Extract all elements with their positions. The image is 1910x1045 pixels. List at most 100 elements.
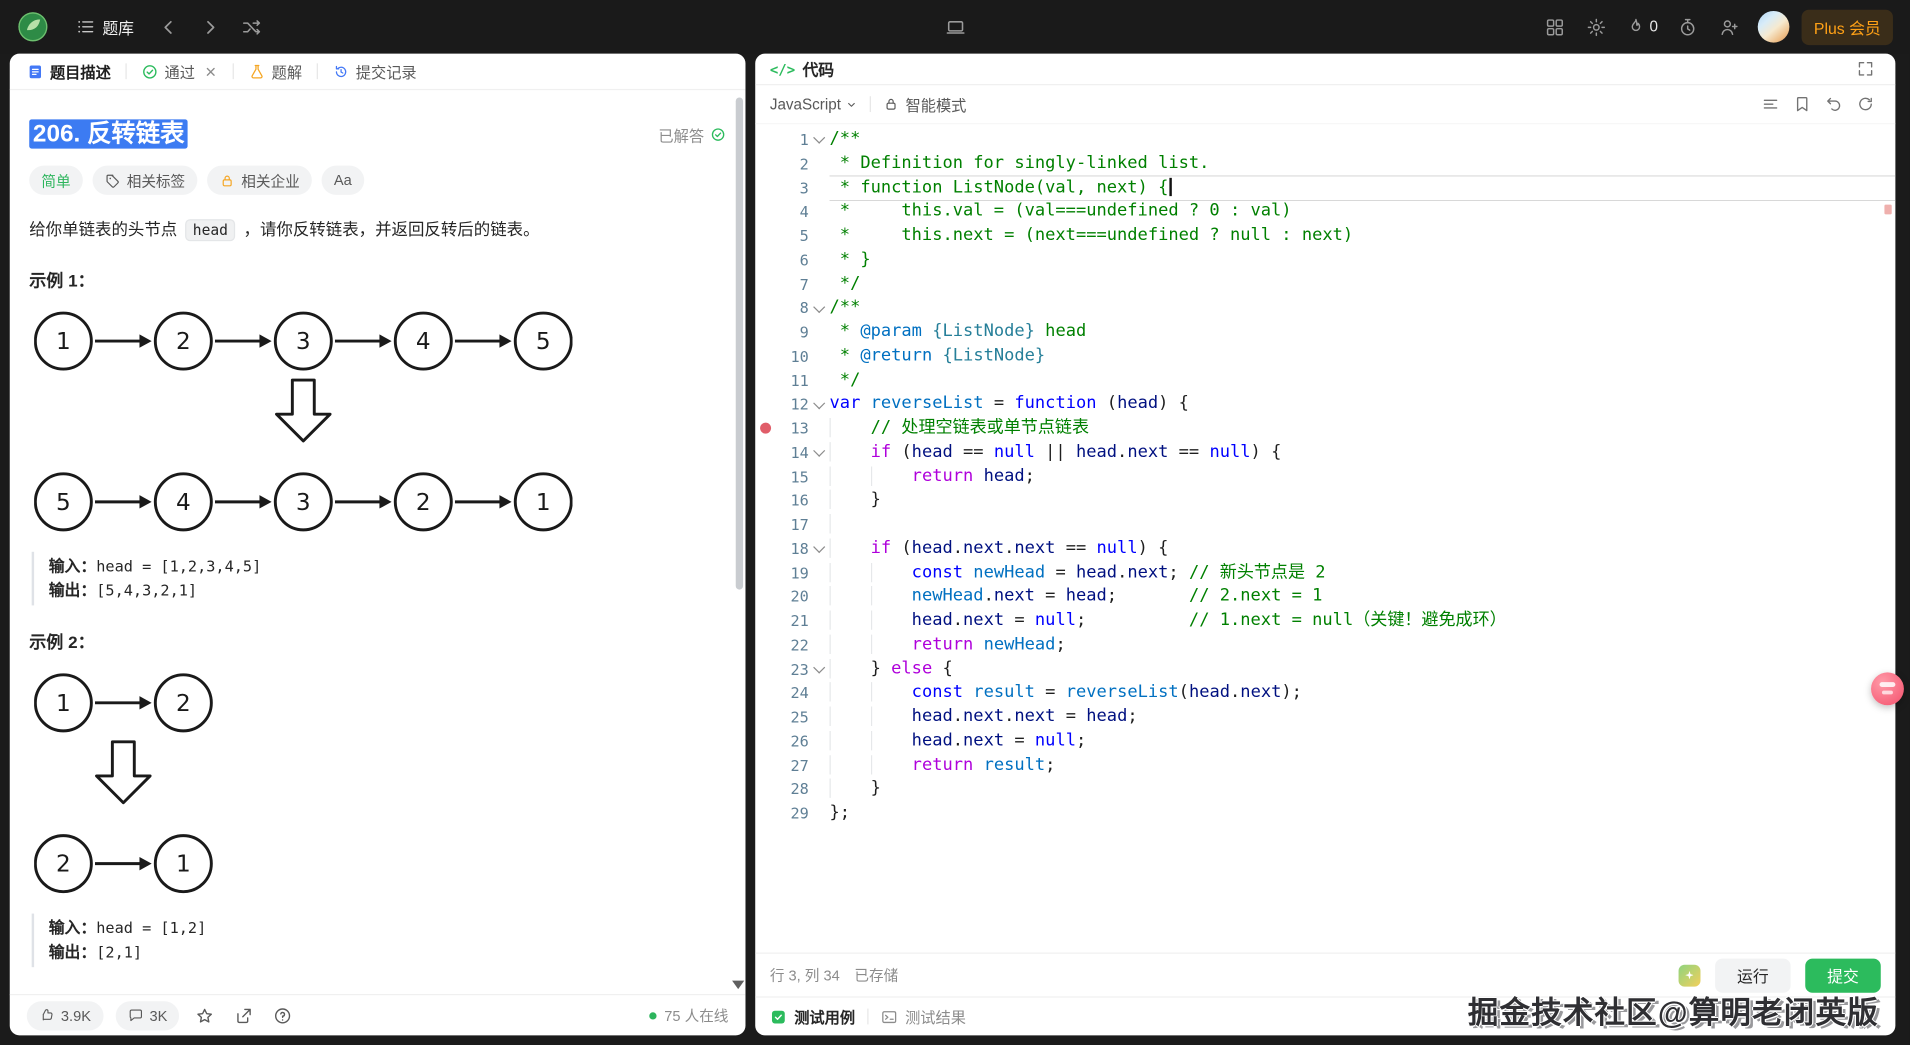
fold-gutter[interactable]: [809, 681, 830, 705]
fold-gutter[interactable]: [809, 128, 830, 152]
code-line[interactable]: 11 */: [755, 368, 1895, 392]
fold-gutter[interactable]: [809, 248, 830, 272]
code-line[interactable]: 2 * Definition for singly-linked list.: [755, 152, 1895, 176]
related-companies-button[interactable]: 相关企业: [207, 166, 312, 195]
breakpoint-gutter[interactable]: [755, 224, 774, 248]
fold-gutter[interactable]: [809, 417, 830, 441]
fold-gutter[interactable]: [809, 320, 830, 344]
code-line[interactable]: 10 * @return {ListNode}: [755, 344, 1895, 368]
code-line[interactable]: 12var reverseList = function (head) {: [755, 393, 1895, 417]
app-logo[interactable]: [17, 11, 49, 43]
timer-button[interactable]: [1670, 10, 1704, 44]
tab-passed[interactable]: 通过: [139, 60, 221, 83]
fold-gutter[interactable]: [809, 729, 830, 753]
breakpoint-gutter[interactable]: [755, 344, 774, 368]
close-icon[interactable]: [203, 64, 218, 79]
streak-counter[interactable]: 0: [1620, 17, 1663, 36]
breakpoint-gutter[interactable]: [755, 585, 774, 609]
fold-gutter[interactable]: [809, 200, 830, 224]
breakpoint-gutter[interactable]: [755, 537, 774, 561]
breakpoint-gutter[interactable]: [755, 176, 774, 200]
code-line[interactable]: 13 // 处理空链表或单节点链表: [755, 417, 1895, 441]
format-code-button[interactable]: [1754, 88, 1786, 120]
code-line[interactable]: 18 if (head.next.next == null) {: [755, 537, 1895, 561]
fold-gutter[interactable]: [809, 344, 830, 368]
forward-button[interactable]: [192, 10, 226, 44]
breakpoint-gutter[interactable]: [755, 705, 774, 729]
breakpoint-gutter[interactable]: [755, 200, 774, 224]
breakpoint-gutter[interactable]: [755, 657, 774, 681]
breakpoint-gutter[interactable]: [755, 489, 774, 513]
shuffle-button[interactable]: [234, 10, 268, 44]
code-line[interactable]: 24 const result = reverseList(head.next)…: [755, 681, 1895, 705]
run-button[interactable]: 运行: [1715, 958, 1791, 992]
code-line[interactable]: 3 * function ListNode(val, next) {: [755, 176, 1895, 200]
fold-gutter[interactable]: [809, 368, 830, 392]
code-line[interactable]: 26 head.next = null;: [755, 729, 1895, 753]
code-line[interactable]: 19 const newHead = head.next; // 新头节点是 2: [755, 561, 1895, 585]
scrollbar-thumb[interactable]: [736, 97, 743, 589]
code-line[interactable]: 4 * this.val = (val===undefined ? 0 : va…: [755, 200, 1895, 224]
breakpoint-gutter[interactable]: [755, 729, 774, 753]
floating-activity-badge[interactable]: [1871, 672, 1904, 705]
breakpoint-gutter[interactable]: [755, 368, 774, 392]
bookmark-button[interactable]: [1786, 88, 1818, 120]
breakpoint-gutter[interactable]: [755, 248, 774, 272]
device-layout-button[interactable]: [938, 10, 972, 44]
ai-assist-icon[interactable]: [1679, 964, 1701, 986]
fold-gutter[interactable]: [809, 224, 830, 248]
code-line[interactable]: 6 * }: [755, 248, 1895, 272]
fold-gutter[interactable]: [809, 489, 830, 513]
scroll-down-arrow[interactable]: [732, 981, 744, 990]
code-line[interactable]: 1/**: [755, 128, 1895, 152]
fold-gutter[interactable]: [809, 393, 830, 417]
breakpoint-gutter[interactable]: [755, 320, 774, 344]
code-line[interactable]: 17: [755, 513, 1895, 537]
fold-gutter[interactable]: [809, 561, 830, 585]
code-line[interactable]: 8/**: [755, 296, 1895, 320]
fold-gutter[interactable]: [809, 537, 830, 561]
font-size-button[interactable]: Aa: [322, 166, 364, 195]
fold-gutter[interactable]: [809, 296, 830, 320]
breakpoint-gutter[interactable]: [755, 609, 774, 633]
help-icon[interactable]: [273, 1006, 292, 1025]
settings-button[interactable]: [1579, 10, 1613, 44]
breakpoint-gutter[interactable]: [755, 681, 774, 705]
code-line[interactable]: 14 if (head == null || head.next == null…: [755, 441, 1895, 465]
difficulty-badge[interactable]: 简单: [29, 166, 83, 195]
code-line[interactable]: 28 }: [755, 777, 1895, 801]
breakpoint-gutter[interactable]: [755, 753, 774, 777]
undo-button[interactable]: [1817, 88, 1849, 120]
fold-gutter[interactable]: [809, 777, 830, 801]
tab-solutions[interactable]: 题解: [246, 60, 304, 83]
submit-button[interactable]: 提交: [1805, 958, 1881, 992]
code-line[interactable]: 22 return newHead;: [755, 633, 1895, 657]
comments-button[interactable]: 3K: [115, 1001, 179, 1030]
breakpoint-gutter[interactable]: [755, 152, 774, 176]
star-button[interactable]: [195, 1006, 214, 1025]
fold-gutter[interactable]: [809, 657, 830, 681]
code-line[interactable]: 27 return result;: [755, 753, 1895, 777]
tab-description[interactable]: 题目描述: [24, 60, 113, 83]
breakpoint-gutter[interactable]: [755, 393, 774, 417]
problem-list-button[interactable]: 题库: [66, 8, 144, 46]
code-line[interactable]: 20 newHead.next = head; // 2.next = 1: [755, 585, 1895, 609]
fold-gutter[interactable]: [809, 585, 830, 609]
fold-gutter[interactable]: [809, 609, 830, 633]
smart-mode-toggle[interactable]: 智能模式: [884, 93, 967, 116]
code-line[interactable]: 21 head.next = null; // 1.next = null（关键…: [755, 609, 1895, 633]
fold-gutter[interactable]: [809, 633, 830, 657]
breakpoint-gutter[interactable]: [755, 633, 774, 657]
related-tags-button[interactable]: 相关标签: [93, 166, 198, 195]
code-line[interactable]: 23 } else {: [755, 657, 1895, 681]
fold-gutter[interactable]: [809, 513, 830, 537]
fold-gutter[interactable]: [809, 802, 830, 826]
like-button[interactable]: 3.9K: [27, 1001, 103, 1030]
breakpoint-gutter[interactable]: [755, 296, 774, 320]
code-line[interactable]: 16 }: [755, 489, 1895, 513]
fold-gutter[interactable]: [809, 176, 830, 200]
apps-grid-button[interactable]: [1537, 10, 1571, 44]
code-line[interactable]: 25 head.next.next = head;: [755, 705, 1895, 729]
tab-testcase[interactable]: 测试用例: [770, 1005, 855, 1028]
breakpoint-gutter[interactable]: [755, 417, 774, 441]
